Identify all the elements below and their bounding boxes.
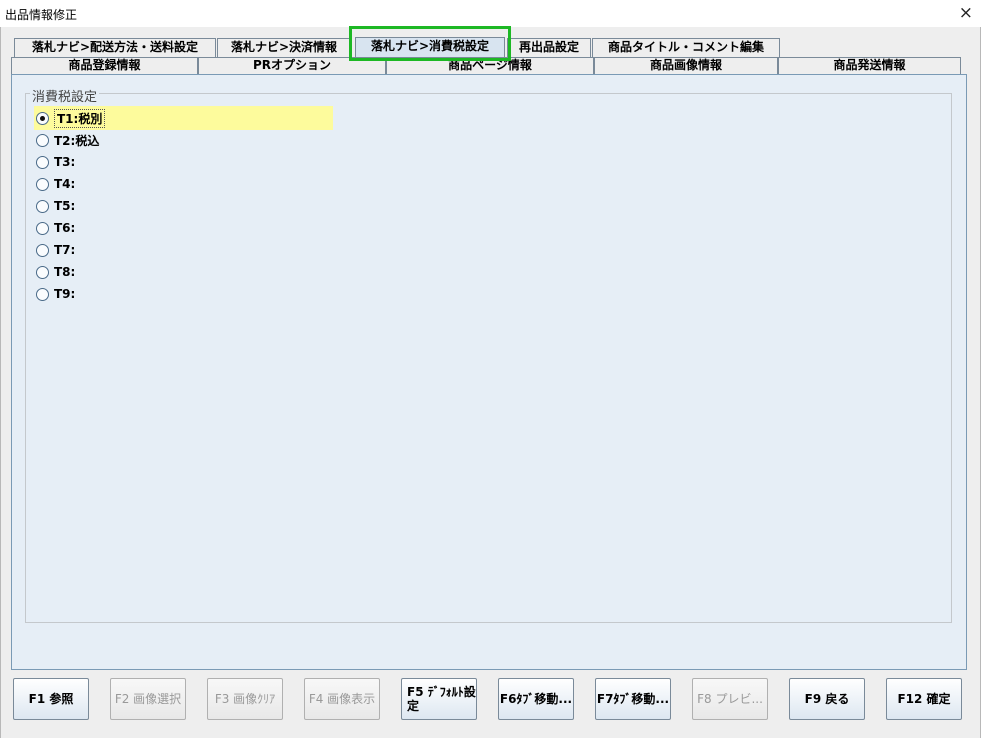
tab-title-comment-edit[interactable]: 商品タイトル・コメント編集 [592, 38, 780, 57]
radio-t7[interactable]: T7: [36, 239, 75, 261]
tab-consumption-tax[interactable]: 落札ナビ>消費税設定 [355, 37, 505, 58]
radio-button-icon[interactable] [36, 177, 49, 191]
tab-product-image-info[interactable]: 商品画像情報 [594, 57, 778, 74]
f7-tab-move-button[interactable]: F7ﾀﾌﾞ移動... [595, 678, 671, 720]
radio-label: T2:税込 [54, 133, 100, 148]
radio-label: T7: [54, 243, 76, 257]
radio-t4[interactable]: T4: [36, 173, 75, 195]
radio-label: T1:税別 [54, 108, 106, 128]
radio-button-icon[interactable] [36, 111, 49, 125]
radio-label: T3: [54, 155, 76, 169]
tab-product-registration[interactable]: 商品登録情報 [11, 57, 198, 74]
title-bar: 出品情報修正 × [0, 0, 981, 27]
radio-button-icon[interactable] [36, 265, 49, 279]
f8-preview-button[interactable]: F8 プレビ... [692, 678, 768, 720]
radio-button-icon[interactable] [36, 155, 49, 169]
window-title: 出品情報修正 [5, 8, 78, 22]
f6-tab-move-button[interactable]: F6ﾀﾌﾞ移動... [498, 678, 574, 720]
radio-button-icon[interactable] [36, 243, 49, 257]
tab-payment-info[interactable]: 落札ナビ>決済情報 [217, 38, 351, 57]
tab-pr-options[interactable]: PRオプション [198, 57, 386, 74]
radio-label: T8: [54, 265, 76, 279]
f4-image-display-button[interactable]: F4 画像表示 [304, 678, 380, 720]
close-icon[interactable]: × [959, 3, 973, 23]
group-title: 消費税設定 [30, 86, 100, 105]
radio-button-icon[interactable] [36, 287, 49, 301]
f1-reference-button[interactable]: F1 参照 [13, 678, 89, 720]
tab-product-page-info[interactable]: 商品ページ情報 [386, 57, 594, 74]
radio-label: T5: [54, 199, 76, 213]
tax-settings-group [25, 93, 952, 623]
radio-t3[interactable]: T3: [36, 151, 75, 173]
f3-image-clear-button[interactable]: F3 画像ｸﾘｱ [207, 678, 283, 720]
radio-button-icon[interactable] [36, 199, 49, 213]
radio-t9[interactable]: T9: [36, 283, 75, 305]
tab-shipping-info[interactable]: 商品発送情報 [778, 57, 961, 74]
radio-label: T9: [54, 287, 76, 301]
radio-t5[interactable]: T5: [36, 195, 75, 217]
radio-label: T6: [54, 221, 76, 235]
radio-label: T4: [54, 177, 76, 191]
f5-default-settings-button[interactable]: F5 ﾃﾞﾌｫﾙﾄ設定 [401, 678, 477, 720]
radio-t6[interactable]: T6: [36, 217, 75, 239]
radio-t2[interactable]: T2:税込 [36, 129, 99, 151]
tab-delivery-settings[interactable]: 落札ナビ>配送方法・送料設定 [14, 38, 216, 57]
radio-t1[interactable]: T1:税別 [36, 107, 106, 129]
radio-t8[interactable]: T8: [36, 261, 75, 283]
f12-confirm-button[interactable]: F12 確定 [886, 678, 962, 720]
tab-relist-settings[interactable]: 再出品設定 [507, 38, 591, 57]
f2-image-select-button[interactable]: F2 画像選択 [110, 678, 186, 720]
f9-back-button[interactable]: F9 戻る [789, 678, 865, 720]
radio-button-icon[interactable] [36, 133, 49, 147]
radio-button-icon[interactable] [36, 221, 49, 235]
